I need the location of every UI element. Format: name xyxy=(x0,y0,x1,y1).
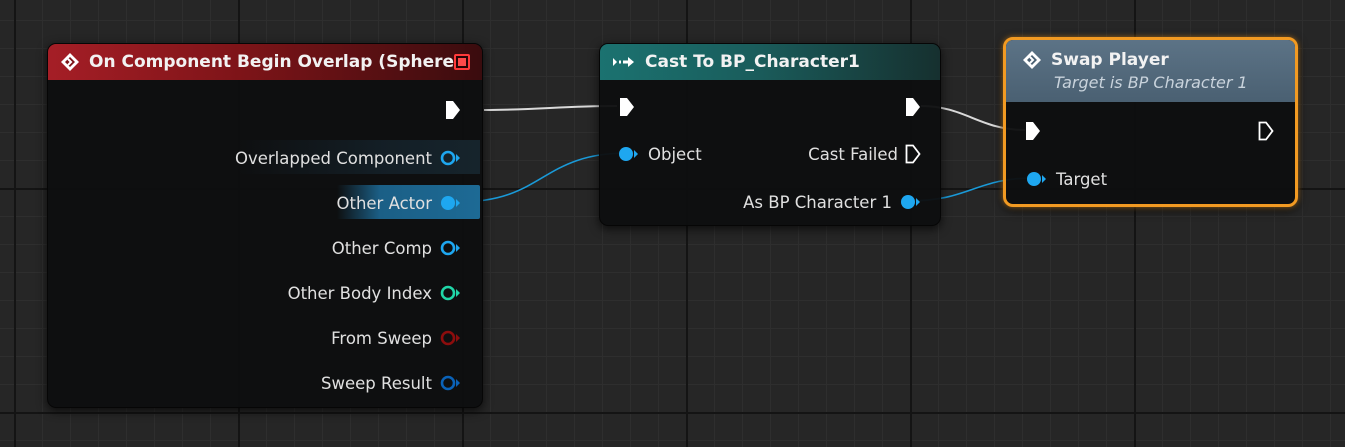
object-pin-hollow-icon xyxy=(440,150,460,166)
struct-pin-hollow-icon xyxy=(440,375,460,391)
event-node-component-begin-overlap[interactable]: On Component Begin Overlap (Sphere) Over… xyxy=(47,43,483,408)
pin-label: Other Body Index xyxy=(287,283,432,303)
boolean-pin-hollow-icon xyxy=(440,330,460,346)
swap-player-node[interactable]: Swap Player Target is BP Character 1 Tar… xyxy=(1003,37,1298,207)
exec-pin-hollow-icon xyxy=(905,144,921,164)
pin-label: Target xyxy=(1056,169,1108,189)
pin-overlapped-component[interactable]: Overlapped Component xyxy=(235,145,462,171)
object-pin-filled-icon xyxy=(619,147,638,161)
pin-as-bp-character[interactable]: As BP Character 1 xyxy=(743,189,922,215)
pin-label: From Sweep xyxy=(331,328,432,348)
pin-from-sweep[interactable]: From Sweep xyxy=(331,325,462,351)
pin-label: Other Actor xyxy=(336,193,432,213)
cast-node-header[interactable]: Cast To BP_Character1 xyxy=(600,44,940,80)
swap-node-title: Swap Player xyxy=(1051,50,1169,70)
exec-pin-filled-icon xyxy=(620,98,634,116)
swap-node-header[interactable]: Swap Player Target is BP Character 1 xyxy=(1006,40,1295,102)
pin-label: Other Comp xyxy=(331,238,432,258)
pin-target[interactable]: Target xyxy=(1026,166,1107,192)
cast-node[interactable]: Cast To BP_Character1 Object Cast Failed… xyxy=(599,43,941,226)
delegate-output-icon[interactable] xyxy=(454,54,470,70)
object-pin-filled-icon xyxy=(1027,172,1046,186)
swap-node-subtitle: Target is BP Character 1 xyxy=(1054,73,1248,92)
pin-other-comp[interactable]: Other Comp xyxy=(332,235,462,261)
pin-label: Cast Failed xyxy=(808,144,898,164)
pin-other-actor[interactable]: Other Actor xyxy=(336,190,462,216)
pin-object-input[interactable]: Object xyxy=(618,141,702,167)
exec-pin-filled-icon xyxy=(906,98,920,116)
function-diamond-icon xyxy=(1023,51,1041,69)
object-pin-filled-icon xyxy=(901,195,920,209)
object-pin-filled-icon xyxy=(441,196,460,210)
exec-output-pin[interactable] xyxy=(1257,118,1275,144)
pin-label: Sweep Result xyxy=(321,373,432,393)
event-node-title: On Component Begin Overlap (Sphere) xyxy=(89,52,462,72)
exec-input-pin[interactable] xyxy=(1024,118,1042,144)
exec-output-pin[interactable] xyxy=(904,94,922,120)
exec-pin-hollow-icon xyxy=(1258,121,1274,141)
cast-node-title: Cast To BP_Character1 xyxy=(645,52,860,72)
pin-label: As BP Character 1 xyxy=(743,192,892,212)
pin-sweep-result[interactable]: Sweep Result xyxy=(321,370,462,396)
cast-arrow-icon xyxy=(613,57,634,67)
exec-wire-event-to-cast xyxy=(483,105,618,111)
pin-cast-failed[interactable]: Cast Failed xyxy=(808,141,922,167)
object-pin-hollow-icon xyxy=(440,240,460,256)
pin-label: Overlapped Component xyxy=(235,148,432,168)
exec-output-pin[interactable] xyxy=(444,97,462,123)
exec-pin-filled-icon xyxy=(446,101,460,119)
exec-input-pin[interactable] xyxy=(618,94,636,120)
integer-pin-hollow-icon xyxy=(440,285,460,301)
pin-other-body-index[interactable]: Other Body Index xyxy=(288,280,462,306)
exec-pin-filled-icon xyxy=(1026,122,1040,140)
event-diamond-icon xyxy=(61,53,79,71)
pin-label: Object xyxy=(648,144,702,164)
event-node-header[interactable]: On Component Begin Overlap (Sphere) xyxy=(48,44,482,80)
